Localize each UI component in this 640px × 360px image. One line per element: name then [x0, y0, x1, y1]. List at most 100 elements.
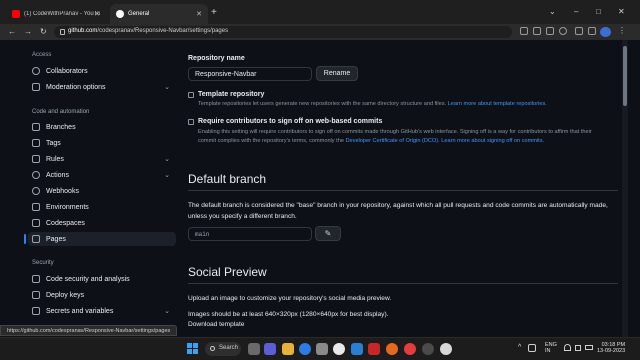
sidebar-item-environments[interactable]: Environments: [28, 200, 176, 214]
sidebar-item-moderation-options[interactable]: Moderation options ⌄: [28, 80, 176, 94]
sidebar-item-collaborators[interactable]: Collaborators: [28, 64, 176, 78]
repository-name-label: Repository name: [188, 55, 245, 62]
close-window-button[interactable]: ✕: [618, 8, 625, 16]
sidebar-item-webhooks[interactable]: Webhooks: [28, 184, 176, 198]
close-tab-icon[interactable]: ✕: [94, 10, 100, 18]
chrome-active-icon[interactable]: [440, 343, 452, 355]
tab-title: (1) CodeWithPranav - YouTube: [24, 11, 100, 17]
tag-icon: [32, 139, 40, 147]
social-preview-desc: Upload an image to customize your reposi…: [188, 295, 392, 302]
rename-button[interactable]: Rename: [316, 66, 358, 81]
taskbar-search[interactable]: Search: [205, 342, 241, 356]
sidebar-item-label: Webhooks: [46, 187, 79, 195]
url-path: /codespranav/Responsive-Navbar/settings/…: [97, 28, 229, 34]
settings-icon[interactable]: [316, 343, 328, 355]
chrome-red-icon[interactable]: [404, 343, 416, 355]
zoom-icon[interactable]: [533, 27, 541, 35]
sidebar-item-label: Moderation options: [46, 83, 106, 91]
battery-icon[interactable]: [585, 345, 593, 350]
chevron-down-icon: ⌄: [164, 84, 170, 91]
template-learn-more-link[interactable]: Learn more about template repositories.: [448, 101, 547, 107]
profile-avatar[interactable]: [600, 27, 611, 37]
edit-branch-button[interactable]: ✎: [315, 226, 341, 241]
clock[interactable]: 03:18 PM 13-09-2023: [597, 342, 625, 354]
codespaces-icon: [32, 219, 40, 227]
search-icon: [210, 346, 215, 351]
task-view-icon[interactable]: [248, 343, 260, 355]
dco-link[interactable]: Developer Certificate of Origin (DCO).: [346, 138, 440, 144]
sidebar-item-tags[interactable]: Tags: [28, 136, 176, 150]
sidebar-item-rules[interactable]: Rules ⌄: [28, 152, 176, 166]
minimize-button[interactable]: –: [574, 8, 578, 16]
sidebar-item-label: Rules: [46, 155, 64, 163]
translate-icon[interactable]: [520, 27, 528, 35]
template-repository-checkbox[interactable]: [188, 92, 194, 98]
sidebar-item-label: Codespaces: [46, 219, 85, 227]
repository-name-input[interactable]: Responsive-Navbar: [188, 67, 312, 81]
windows-taskbar: Search ^ ENG IN 03:18 PM 13-09-2023: [0, 337, 640, 360]
signoff-desc-line-1: Enabling this setting will require contr…: [198, 129, 516, 135]
new-tab-button[interactable]: +: [211, 8, 217, 18]
tab-title: General: [128, 11, 150, 17]
tab-youtube[interactable]: (1) CodeWithPranav - YouTube ✕: [6, 4, 106, 24]
address-bar[interactable]: github.com/codespranav/Responsive-Navbar…: [54, 26, 512, 38]
chevron-down-icon: ⌄: [164, 172, 170, 179]
page-scrollbar[interactable]: [622, 40, 628, 337]
file-explorer-icon[interactable]: [282, 343, 294, 355]
close-tab-icon[interactable]: ✕: [196, 10, 202, 18]
divider: [188, 190, 618, 191]
sidebar-item-pages[interactable]: Pages: [24, 232, 176, 246]
sidepanel-icon[interactable]: [588, 27, 596, 35]
edge-icon[interactable]: [299, 343, 311, 355]
tab-search-button[interactable]: ⌄: [549, 8, 556, 16]
default-branch-field: main: [188, 227, 312, 241]
sidebar-item-codespaces[interactable]: Codespaces: [28, 216, 176, 230]
branch-icon: [32, 123, 40, 131]
reload-button[interactable]: ↻: [40, 26, 47, 38]
forward-button[interactable]: →: [24, 26, 32, 38]
bookmark-star-icon[interactable]: [559, 27, 567, 35]
maximize-button[interactable]: □: [596, 8, 601, 16]
volume-icon[interactable]: [575, 345, 581, 351]
default-branch-desc-line-1: The default branch is considered the "ba…: [188, 202, 548, 209]
sidebar-item-label: Code security and analysis: [46, 275, 130, 283]
region-code: IN: [545, 348, 551, 354]
search-label: Search: [219, 345, 239, 351]
section-heading-access: Access: [32, 52, 52, 58]
back-button[interactable]: ←: [8, 26, 16, 38]
sidebar-item-actions[interactable]: Actions ⌄: [28, 168, 176, 182]
sidebar-item-label: Environments: [46, 203, 89, 211]
settings-sidebar: Access Collaborators Moderation options …: [24, 40, 180, 337]
tray-chevron-icon[interactable]: ^: [518, 344, 521, 351]
shield-icon: [32, 275, 40, 283]
scrollbar-thumb[interactable]: [623, 46, 627, 106]
tab-general[interactable]: General ✕: [110, 4, 208, 24]
extensions-icon[interactable]: [575, 27, 583, 35]
language-indicator[interactable]: ENG IN: [545, 342, 557, 354]
vscode-icon[interactable]: [351, 343, 363, 355]
sidebar-item-deploy-keys[interactable]: Deploy keys: [28, 288, 176, 302]
sidebar-item-branches[interactable]: Branches: [28, 120, 176, 134]
section-heading-security: Security: [32, 260, 54, 266]
download-template-link[interactable]: Download template: [188, 319, 244, 330]
github-desktop-icon[interactable]: [422, 343, 434, 355]
windows-start-button[interactable]: [187, 343, 199, 355]
chrome-icon[interactable]: [333, 343, 345, 355]
sidebar-item-label: Pages: [46, 235, 66, 243]
app-icon[interactable]: [368, 343, 380, 355]
tray-app-icon[interactable]: [528, 344, 536, 352]
clock-date: 13-09-2023: [597, 348, 626, 354]
lock-icon[interactable]: [60, 29, 65, 35]
signoff-learn-more-link[interactable]: Learn more about signing off on commits.: [441, 138, 544, 144]
default-branch-desc: The default branch is considered the "ba…: [188, 200, 608, 222]
server-icon: [32, 203, 40, 211]
sidebar-item-secrets[interactable]: Secrets and variables ⌄: [28, 304, 176, 318]
sidebar-item-code-security[interactable]: Code security and analysis: [28, 272, 176, 286]
browser-menu-icon[interactable]: ⋮: [618, 26, 626, 35]
wifi-icon[interactable]: [564, 344, 571, 351]
firefox-icon[interactable]: [386, 343, 398, 355]
share-icon[interactable]: [546, 27, 554, 35]
meet-icon[interactable]: [264, 343, 276, 355]
sidebar-item-label: Secrets and variables: [46, 307, 114, 315]
signoff-checkbox[interactable]: [188, 119, 194, 125]
